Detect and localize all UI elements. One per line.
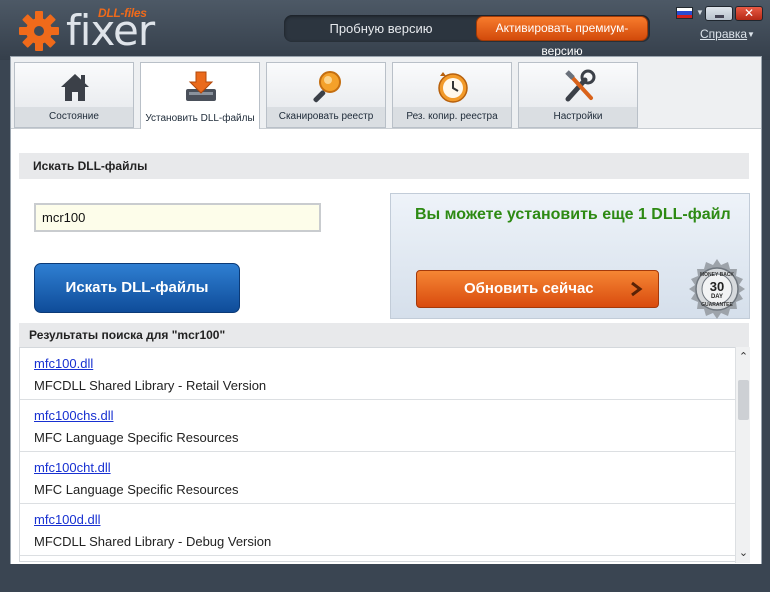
chevron-right-icon [631,281,643,297]
home-icon [61,74,89,101]
scroll-down-icon[interactable]: ⌄ [737,546,750,560]
tab-label: Состояние [15,107,133,127]
tab-label: Настройки [519,107,637,127]
title-bar: fixer DLL-files Пробную версию Активиров… [0,0,770,60]
scroll-thumb[interactable] [738,380,749,420]
seal-text-day: DAY [711,294,723,300]
app-logo: fixer DLL-files [14,6,164,56]
dll-link[interactable]: mfc100cht.dll [34,460,748,480]
dll-description: MFC Language Specific Resources [34,482,239,497]
seal-text-bottom: GUARANTEE [701,302,733,308]
minimize-button[interactable] [705,6,733,21]
list-item: mfc100d.dll MFCDLL Shared Library - Debu… [20,504,748,556]
magnifier-icon [313,71,341,103]
main-panel: Состояние Установить DLL-файлы Сканирова… [10,56,762,564]
tools-icon [565,69,596,102]
money-back-guarantee-seal: MONEY BACK 30 DAY GUARANTEE [689,259,745,319]
search-section-header: Искать DLL-файлы [19,153,749,179]
tab-label: Сканировать реестр [267,107,385,127]
tab-install-dll[interactable]: Установить DLL-файлы [140,62,260,129]
tab-strip: Состояние Установить DLL-файлы Сканирова… [11,57,761,129]
dll-link[interactable]: mfc100d.dll [34,512,748,532]
tab-settings[interactable]: Настройки [518,62,638,128]
tab-label: Рез. копир. реестра [393,107,511,127]
promo-text: Вы можете установить еще 1 DLL-файл [415,206,731,223]
results-scrollbar[interactable]: ⌃ ⌄ [735,347,750,563]
version-switch: Пробную версию Активировать премиум-верс… [284,15,650,58]
list-item: mfc100chs.dll MFC Language Specific Reso… [20,400,748,452]
help-chevron-down-icon[interactable]: ▼ [747,30,755,39]
dll-description: MFCDLL Shared Library - Debug Version [34,534,272,549]
trial-version-button[interactable]: Пробную версию [284,15,478,42]
scroll-up-icon[interactable]: ⌃ [737,350,750,364]
results-list: mfc100.dll MFCDLL Shared Library - Retai… [19,347,749,562]
upgrade-promo: Вы можете установить еще 1 DLL-файл Обно… [390,193,750,319]
search-dll-button[interactable]: Искать DLL-файлы [34,263,240,313]
download-icon [186,71,216,101]
activate-premium-button[interactable]: Активировать премиум-версию [476,16,648,58]
tab-registry-backup[interactable]: Рез. копир. реестра [392,62,512,128]
dll-search-input[interactable] [34,203,321,232]
dll-link[interactable]: mfc100.dll [34,356,748,376]
dll-description: MFCDLL Shared Library - Retail Version [34,378,267,393]
results-header: Результаты поиска для "mcr100" [19,323,749,347]
upgrade-button-label: Обновить сейчас [464,280,594,297]
seal-text-top: MONEY BACK [700,272,734,278]
list-item: mfc100.dll MFCDLL Shared Library - Retai… [20,348,748,400]
help-link[interactable]: Справка [700,27,747,41]
language-chevron-down-icon[interactable]: ▼ [696,8,704,17]
tab-label: Установить DLL-файлы [141,109,259,129]
upgrade-now-button[interactable]: Обновить сейчас [416,270,659,308]
dll-link[interactable]: mfc100chs.dll [34,408,748,428]
install-dll-content: Искать DLL-файлы Искать DLL-файлы Вы мож… [11,130,761,564]
seal-text-number: 30 [710,279,724,294]
close-button[interactable]: ✕ [735,6,763,21]
dll-description: MFC Language Specific Resources [34,430,239,445]
tab-scan-registry[interactable]: Сканировать реестр [266,62,386,128]
logo-superscript: DLL-files [98,6,147,20]
tab-status[interactable]: Состояние [14,62,134,128]
clock-backup-icon [438,72,468,103]
language-flag-icon[interactable] [676,7,693,19]
gear-logo-icon [19,11,59,51]
list-item: mfc100cht.dll MFC Language Specific Reso… [20,452,748,504]
